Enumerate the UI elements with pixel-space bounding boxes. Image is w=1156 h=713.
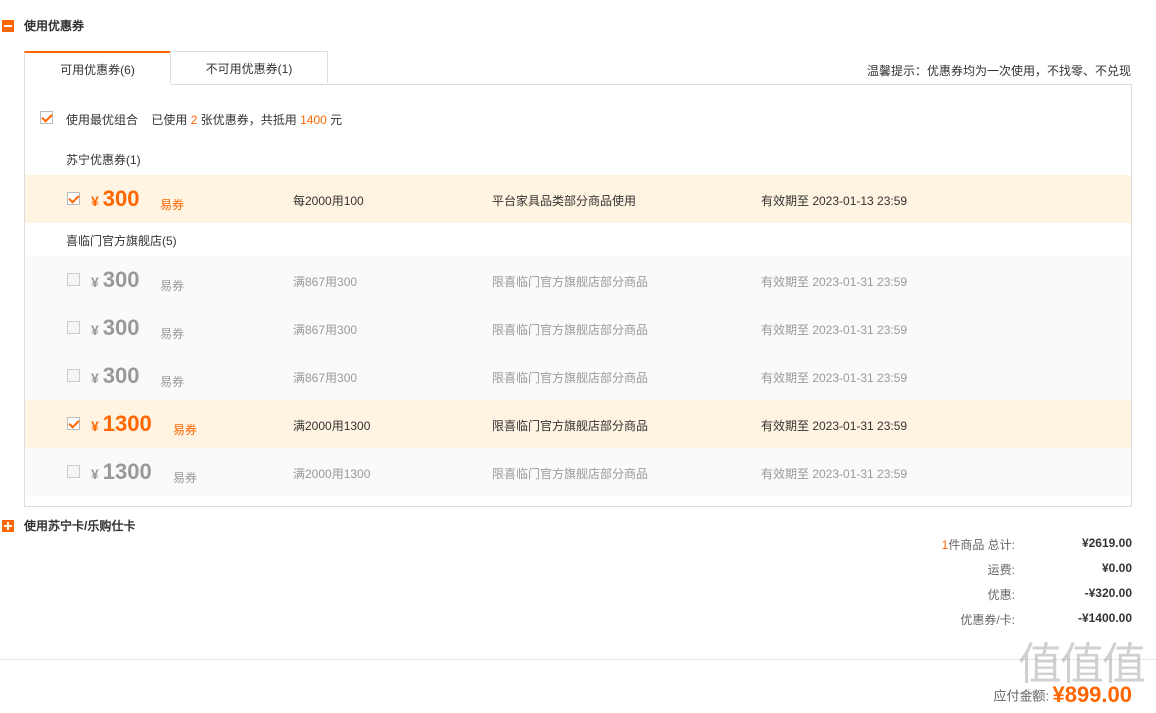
summary-shipping-row: 运费: ¥0.00 xyxy=(832,561,1132,579)
coupon-scope: 限喜临门官方旗舰店部分商品 xyxy=(492,467,649,481)
coupon-scope: 限喜临门官方旗舰店部分商品 xyxy=(492,419,649,433)
coupon-scope: 限喜临门官方旗舰店部分商品 xyxy=(492,275,649,289)
best-combo-label: 使用最优组合 xyxy=(66,113,139,127)
coupon-checkbox[interactable] xyxy=(67,417,80,430)
summary-total-label: 1件商品 总计: xyxy=(941,538,1015,552)
summary-discount-row: 优惠: -¥320.00 xyxy=(832,586,1132,604)
summary-shipping-value: ¥0.00 xyxy=(1101,561,1132,575)
coupon-row[interactable]: ¥1300 易券 满2000用1300 限喜临门官方旗舰店部分商品 有效期至 2… xyxy=(25,400,1131,448)
coupon-checkbox[interactable] xyxy=(67,192,80,205)
summary-total-value: ¥2619.00 xyxy=(1081,536,1132,550)
coupon-tag: 易券 xyxy=(173,423,198,437)
coupon-row[interactable]: ¥300 易券 满867用300 限喜临门官方旗舰店部分商品 有效期至 2023… xyxy=(25,304,1131,352)
coupon-rule: 满867用300 xyxy=(293,323,358,337)
coupon-row[interactable]: ¥300 易券 满867用300 限喜临门官方旗舰店部分商品 有效期至 2023… xyxy=(25,352,1131,400)
summary-discount-value: -¥320.00 xyxy=(1084,586,1132,600)
expand-icon[interactable] xyxy=(2,519,14,532)
used-mid: 张优惠券，共抵用 xyxy=(200,113,297,127)
coupon-tag: 易券 xyxy=(160,327,185,341)
coupon-expiry: 有效期至 2023-01-31 23:59 xyxy=(761,371,908,385)
coupon-scope: 限喜临门官方旗舰店部分商品 xyxy=(492,371,649,385)
coupon-row[interactable]: ¥300 易券 满867用300 限喜临门官方旗舰店部分商品 有效期至 2023… xyxy=(25,256,1131,304)
collapse-icon[interactable] xyxy=(2,19,14,32)
coupon-section-header[interactable]: 使用优惠券 xyxy=(0,17,84,34)
summary-total-row: 1件商品 总计: ¥2619.00 xyxy=(832,536,1132,554)
watermark-logo: 值值值 xyxy=(1018,639,1146,690)
used-amount: 1400 xyxy=(300,113,327,127)
coupon-scope: 平台家具品类部分商品使用 xyxy=(492,194,637,208)
coupon-checkbox[interactable] xyxy=(67,321,80,334)
coupon-tag: 易券 xyxy=(160,279,185,293)
group-label-suning: 苏宁优惠券(1) xyxy=(66,153,141,167)
coupon-expiry: 有效期至 2023-01-31 23:59 xyxy=(761,275,908,289)
coupon-scope: 限喜临门官方旗舰店部分商品 xyxy=(492,323,649,337)
coupon-section-title: 使用优惠券 xyxy=(24,19,85,33)
used-unit: 元 xyxy=(330,113,343,127)
card-section-header[interactable]: 使用苏宁卡/乐购仕卡 xyxy=(0,517,135,534)
coupon-checkbox[interactable] xyxy=(67,273,80,286)
coupon-checkbox[interactable] xyxy=(67,465,80,478)
coupon-amount: ¥300 xyxy=(91,315,140,340)
used-prefix: 已使用 xyxy=(151,113,188,127)
coupon-row[interactable]: ¥1300 易券 满2000用1300 限喜临门官方旗舰店部分商品 有效期至 2… xyxy=(25,448,1131,496)
coupon-rule: 满2000用1300 xyxy=(293,419,371,433)
coupon-checkbox[interactable] xyxy=(67,369,80,382)
coupon-expiry: 有效期至 2023-01-31 23:59 xyxy=(761,323,908,337)
coupon-amount: ¥1300 xyxy=(91,459,152,484)
summary-coupon-row: 优惠券/卡: -¥1400.00 xyxy=(832,611,1132,629)
summary-discount-label: 优惠: xyxy=(987,588,1015,602)
coupon-amount: ¥300 xyxy=(91,186,140,211)
tab-available-coupons[interactable]: 可用优惠券(6) xyxy=(24,51,170,85)
coupon-rule: 满867用300 xyxy=(293,275,358,289)
coupon-amount: ¥1300 xyxy=(91,411,152,436)
coupon-tag: 易券 xyxy=(160,198,185,212)
used-count: 2 xyxy=(190,113,198,127)
coupon-expiry: 有效期至 2023-01-31 23:59 xyxy=(761,467,908,481)
coupon-tag: 易券 xyxy=(160,375,185,389)
coupon-tip: 温馨提示：优惠券均为一次使用，不找零、不兑现 xyxy=(866,64,1131,78)
summary-coupon-value: -¥1400.00 xyxy=(1077,611,1132,625)
divider xyxy=(0,659,1156,660)
coupon-rule: 每2000用100 xyxy=(293,194,364,208)
summary-coupon-label: 优惠券/卡: xyxy=(960,613,1015,627)
coupon-expiry: 有效期至 2023-01-13 23:59 xyxy=(761,194,908,208)
coupon-rule: 满2000用1300 xyxy=(293,467,371,481)
coupon-amount: ¥300 xyxy=(91,267,140,292)
coupon-rule: 满867用300 xyxy=(293,371,358,385)
coupon-expiry: 有效期至 2023-01-31 23:59 xyxy=(761,419,908,433)
group-label-xilinmen: 喜临门官方旗舰店(5) xyxy=(66,234,177,248)
coupon-amount: ¥300 xyxy=(91,363,140,388)
card-section-title: 使用苏宁卡/乐购仕卡 xyxy=(24,519,136,533)
coupon-tag: 易券 xyxy=(173,471,198,485)
summary-shipping-label: 运费: xyxy=(987,563,1015,577)
best-combo-checkbox[interactable] xyxy=(40,111,53,124)
best-combo-text: 使用最优组合 已使用 2 张优惠券，共抵用 1400 元 xyxy=(66,111,342,128)
watermark-text: zhi xyxy=(1020,686,1038,702)
tab-unavailable-coupons[interactable]: 不可用优惠券(1) xyxy=(170,51,328,83)
coupon-row[interactable]: ¥300 易券 每2000用100 平台家具品类部分商品使用 有效期至 2023… xyxy=(25,175,1131,223)
